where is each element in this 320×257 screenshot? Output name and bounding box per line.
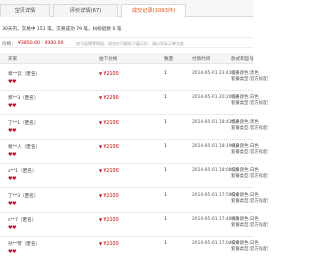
heart-reputation-icon: ♥♥	[8, 224, 16, 231]
quantity: 1	[164, 71, 167, 76]
quantity: 1	[164, 168, 167, 174]
buyer-name[interactable]: x**1（匿名）	[8, 168, 37, 174]
buyer-name[interactable]: 孙**赞（匿名）	[8, 241, 40, 247]
header-spec: 款式和型号	[231, 57, 254, 62]
spec-package: 套餐类型:官方标配	[231, 174, 268, 180]
heart-reputation-icon: ♥♥	[8, 127, 16, 134]
deal-price: ▼ ¥2290	[99, 95, 119, 101]
quantity: 1	[164, 143, 167, 149]
spec-info: 机身颜色:白色 套餐类型:官方标配	[231, 95, 268, 107]
header-price: 拍下价格	[99, 57, 118, 62]
heart-reputation-icon: ♥♥	[8, 176, 16, 183]
price-value: ¥2100	[103, 217, 119, 223]
quantity: 1	[164, 241, 167, 247]
heart-reputation-icon: ♥♥	[8, 79, 16, 85]
deal-price: ▼ ¥2100	[99, 193, 119, 199]
buyer-name[interactable]: 丁**3（匿名）	[8, 193, 39, 199]
quantity: 1	[164, 216, 167, 222]
spec-info: 机身颜色:白色 套餐类型:官方标配	[231, 217, 268, 229]
spec-package: 套餐类型:官方标配	[231, 125, 268, 131]
table-row: 丁**1（匿名） ♥♥ ▼ ¥2100 1 2014-05-01 18:43:59 机身颜…	[0, 114, 268, 140]
buyer-name[interactable]: 郭**3（匿名）	[8, 95, 39, 101]
price-value: ¥2100	[103, 120, 119, 126]
tab-transactions[interactable]: 成交记录(1093件)	[121, 4, 186, 18]
transaction-summary: 30天内，交易中 151 笔，交易成功 79 笔，纠纷退款 0 笔	[2, 27, 122, 32]
deal-price: ▼ ¥2100	[99, 241, 119, 247]
header-buyer: 买家	[8, 57, 18, 62]
deal-price: ▼ ¥2100	[99, 168, 119, 174]
price-value: ¥2100	[103, 72, 119, 77]
table-row: s**7（匿名） ♥♥ ▼ ¥2100 1 2014-05-01 17:40:45 机身颜…	[0, 211, 268, 237]
spec-info: 机身颜色:黑色 套餐类型:官方标配	[231, 120, 268, 132]
price-value: ¥2100	[103, 169, 119, 175]
table-row: 郭**3（匿名） ♥♥ ▼ ¥2290 1 2014-05-01 20:20:34 机身颜…	[0, 89, 268, 116]
price-range: ¥3850.00 - 4300.00	[18, 41, 64, 46]
quantity: 1	[164, 192, 167, 198]
quantity: 1	[164, 95, 167, 101]
heart-reputation-icon: ♥♥	[8, 151, 16, 158]
buyer-name[interactable]: 丁**1（匿名）	[8, 120, 39, 126]
deal-price: ▼ ¥2100	[99, 144, 119, 150]
price-label: 价格：	[2, 42, 16, 47]
spec-info: 机身颜色:白色 套餐类型:官方标配	[231, 241, 268, 253]
price-value: ¥2100	[103, 193, 119, 199]
price-row: 价格： ¥3850.00 - 4300.00 由于促销等原因，成交价可能低于展示…	[0, 37, 253, 48]
tab-product-details[interactable]: 宝贝详情	[0, 4, 50, 17]
spec-package: 套餐类型:官方标配	[231, 247, 268, 253]
spec-package: 套餐类型:官方标配	[231, 222, 268, 228]
deal-price: ▼ ¥2100	[99, 120, 119, 126]
table-row: 丁**3（匿名） ♥♥ ▼ ¥2100 1 2014-05-01 17:59:24 机身颜…	[0, 187, 268, 213]
heart-reputation-icon: ♥♥	[8, 103, 16, 110]
header-time: 付款时间	[192, 57, 211, 62]
heart-reputation-icon: ♥♥	[8, 200, 16, 207]
buyer-name[interactable]: 黎**人（匿名）	[8, 144, 40, 150]
price-value: ¥2100	[103, 144, 119, 150]
table-row: 孙**赞（匿名） ♥♥ ▼ ¥2100 1 2014-05-01 17:04:29 机身颜…	[0, 235, 268, 257]
spec-package: 套餐类型:官方标配	[231, 149, 268, 155]
header-qty: 数量	[164, 57, 174, 62]
tab-reviews[interactable]: 评价详情(67)	[53, 4, 118, 17]
table-header: 买家 拍下价格 数量 付款时间 款式和型号	[0, 53, 254, 64]
heart-reputation-icon: ♥♥	[8, 249, 16, 256]
deal-price: ▼ ¥2100	[99, 217, 119, 223]
spec-package: 套餐类型:官方标配	[231, 198, 268, 204]
buyer-name[interactable]: s**7（匿名）	[8, 217, 36, 223]
table-row: x**1（匿名） ♥♥ ▼ ¥2100 1 2014-05-01 18:08:35 机身颜…	[0, 162, 268, 189]
deal-price: ▼ ¥2100	[99, 71, 119, 77]
spec-info: 机身颜色:白色 套餐类型:官方标配	[231, 168, 268, 180]
table-row: 章**云（匿名） ♥♥ ▼ ¥2100 1 2014-05-01 23:41:27 机身颜…	[0, 65, 268, 91]
spec-info: 机身颜色:黑色 套餐类型:官方标配	[231, 71, 268, 83]
spec-info: 机身颜色:白色 套餐类型:官方标配	[231, 193, 268, 205]
spec-info: 机身颜色:白色 套餐类型:官方标配	[231, 144, 268, 156]
price-value: ¥2100	[103, 242, 119, 248]
price-value: ¥2290	[103, 96, 119, 102]
spec-package: 套餐类型:官方标配	[231, 77, 268, 82]
price-note: 由于促销等原因，成交价可能低于展示价，请以实际订单为准	[76, 41, 184, 46]
table-row: 黎**人（匿名） ♥♥ ▼ ¥2100 1 2014-05-01 18:19:48 机身颜…	[0, 138, 268, 164]
tab-bar: 宝贝详情 评价详情(67) 成交记录(1093件)	[0, 0, 253, 18]
quantity: 1	[164, 119, 167, 125]
buyer-name[interactable]: 章**云（匿名）	[8, 71, 40, 77]
spec-package: 套餐类型:官方标配	[231, 101, 268, 107]
